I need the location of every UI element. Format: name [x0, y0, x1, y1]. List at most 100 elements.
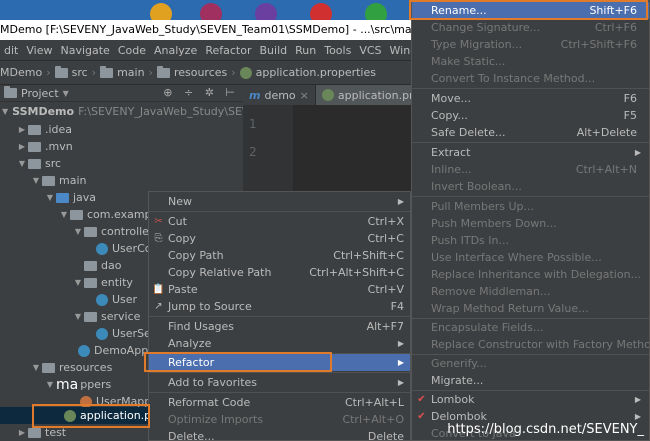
menu-item-delete[interactable]: Delete... Delete	[149, 428, 410, 440]
menu-item-new[interactable]: New ▶	[149, 193, 410, 210]
close-icon[interactable]: ×	[300, 89, 309, 102]
submenu-item-type-migration[interactable]: Type Migration... Ctrl+Shift+F6	[412, 36, 649, 53]
submenu-item-rename[interactable]: Rename... Shift+F6	[412, 2, 649, 19]
menu-item-copy-relative-path[interactable]: Copy Relative Path Ctrl+Alt+Shift+C	[149, 264, 410, 281]
tree-item-main[interactable]: ▼ main	[0, 172, 243, 189]
menu-run[interactable]: Run	[291, 44, 320, 57]
submenu-item-change-signature[interactable]: Change Signature... Ctrl+F6	[412, 19, 649, 36]
chevron-down-icon[interactable]: ▼	[72, 278, 84, 287]
menu-tools[interactable]: Tools	[320, 44, 355, 57]
spring-properties-icon	[321, 89, 334, 101]
menu-separator	[412, 88, 649, 89]
menu-item-find-usages[interactable]: Find Usages Alt+F7	[149, 318, 410, 335]
line-number: 2	[249, 145, 257, 159]
submenu-item-push-members-down[interactable]: Push Members Down...	[412, 215, 649, 232]
submenu-item-lombok[interactable]: ✔ Lombok ▶	[412, 391, 649, 408]
submenu-item-remove-middleman[interactable]: Remove Middleman...	[412, 283, 649, 300]
tab-demo[interactable]: m demo ×	[243, 85, 316, 105]
submenu-item-safe-delete[interactable]: Safe Delete... Alt+Delete	[412, 124, 649, 141]
app-icon	[150, 3, 172, 20]
chevron-down-icon[interactable]: ▼	[30, 363, 42, 372]
panel-toolbar-icons[interactable]: ⊕ ÷ ✲ ⊢	[163, 86, 239, 99]
tree-item-idea[interactable]: ▶ .idea	[0, 121, 243, 138]
app-icon	[200, 3, 222, 20]
menu-separator	[149, 211, 410, 212]
submenu-item-push-itds-in[interactable]: Push ITDs In...	[412, 232, 649, 249]
copy-icon: ⎘	[154, 233, 163, 244]
menu-item-reformat-code[interactable]: Reformat Code Ctrl+Alt+L	[149, 394, 410, 411]
submenu-item-replace-inheritance[interactable]: Replace Inheritance with Delegation...	[412, 266, 649, 283]
breadcrumb-separator: ›	[91, 66, 97, 79]
breadcrumb-main[interactable]: main	[100, 65, 145, 79]
chevron-down-icon[interactable]: ▼	[44, 193, 56, 202]
project-panel-header: Project ▼ ⊕ ÷ ✲ ⊢	[0, 85, 243, 102]
submenu-item-convert-to-instance-method[interactable]: Convert To Instance Method...	[412, 70, 649, 87]
submenu-item-encapsulate-fields[interactable]: Encapsulate Fields...	[412, 319, 649, 336]
submenu-item-move[interactable]: Move... F6	[412, 90, 649, 107]
submenu-item-generify[interactable]: Generify...	[412, 355, 649, 372]
menu-separator	[412, 142, 649, 143]
submenu-item-migrate[interactable]: Migrate...	[412, 372, 649, 389]
app-icon	[255, 3, 277, 20]
tab-application-properties[interactable]: application.prop	[315, 85, 413, 105]
menu-analyze[interactable]: Analyze	[150, 44, 201, 57]
source-folder-icon	[56, 192, 69, 203]
submenu-item-copy[interactable]: Copy... F5	[412, 107, 649, 124]
menu-item-refactor[interactable]: Refactor ▶	[149, 354, 410, 371]
chevron-down-icon[interactable]: ▼	[30, 176, 42, 185]
menu-edit[interactable]: dit	[0, 44, 22, 57]
menu-item-add-to-favorites[interactable]: Add to Favorites ▶	[149, 374, 410, 391]
resources-folder-icon	[42, 362, 55, 373]
menu-item-jump-to-source[interactable]: ↗ Jump to Source F4	[149, 298, 410, 315]
clipboard-icon: 📋	[152, 284, 165, 295]
tree-item-mvn[interactable]: ▶ .mvn	[0, 138, 243, 155]
menu-view[interactable]: View	[22, 44, 56, 57]
chevron-right-icon[interactable]: ▶	[16, 142, 28, 151]
menu-item-paste[interactable]: 📋 Paste Ctrl+V	[149, 281, 410, 298]
package-icon	[84, 311, 97, 322]
menu-item-optimize-imports[interactable]: Optimize Imports Ctrl+Alt+O	[149, 411, 410, 428]
chevron-right-icon[interactable]: ▶	[16, 428, 28, 437]
menu-item-copy-path[interactable]: Copy Path Ctrl+Shift+C	[149, 247, 410, 264]
chevron-down-icon[interactable]: ▼	[72, 312, 84, 321]
submenu-item-use-interface[interactable]: Use Interface Where Possible...	[412, 249, 649, 266]
chevron-right-icon: ▶	[397, 339, 404, 348]
class-icon	[78, 344, 90, 357]
breadcrumb-project[interactable]: MDemo	[0, 66, 42, 79]
submenu-item-inline[interactable]: Inline... Ctrl+Alt+N	[412, 161, 649, 178]
folder-icon	[28, 124, 41, 135]
class-icon	[96, 242, 108, 255]
chevron-down-icon[interactable]: ▼	[63, 89, 69, 98]
menu-code[interactable]: Code	[114, 44, 150, 57]
menu-build[interactable]: Build	[256, 44, 292, 57]
chevron-down-icon[interactable]: ▼	[72, 227, 84, 236]
submenu-item-replace-constructor[interactable]: Replace Constructor with Factory Method.…	[412, 336, 649, 353]
menu-item-cut[interactable]: ✂ Cut Ctrl+X	[149, 213, 410, 230]
submenu-item-extract[interactable]: Extract ▶	[412, 144, 649, 161]
editor-tabs: m demo × application.prop	[243, 85, 413, 105]
chevron-down-icon[interactable]: ▼	[2, 107, 8, 116]
menu-vcs[interactable]: VCS	[355, 44, 385, 57]
tree-item-project-root[interactable]: ▼ SSMDemo F:\SEVENY_JavaWeb_Study\SEVEN_…	[0, 103, 243, 120]
project-panel-title[interactable]: Project	[21, 87, 59, 100]
chevron-down-icon[interactable]: ▼	[44, 380, 56, 389]
submenu-item-wrap-method-return[interactable]: Wrap Method Return Value...	[412, 300, 649, 317]
breadcrumb-file[interactable]: application.properties	[239, 66, 376, 79]
menu-refactor[interactable]: Refactor	[201, 44, 255, 57]
breadcrumb-src[interactable]: src	[54, 65, 88, 79]
submenu-item-pull-members-up[interactable]: Pull Members Up...	[412, 198, 649, 215]
chevron-down-icon[interactable]: ▼	[16, 159, 28, 168]
chevron-down-icon[interactable]: ▼	[58, 210, 70, 219]
chevron-right-icon: ▶	[634, 412, 641, 421]
tree-item-src[interactable]: ▼ src	[0, 155, 243, 172]
chevron-right-icon[interactable]: ▶	[16, 125, 28, 134]
menu-separator	[149, 316, 410, 317]
menu-item-copy[interactable]: ⎘ Copy Ctrl+C	[149, 230, 410, 247]
submenu-item-make-static[interactable]: Make Static...	[412, 53, 649, 70]
code-editor[interactable]	[293, 105, 413, 200]
menu-item-analyze[interactable]: Analyze ▶	[149, 335, 410, 352]
breadcrumb-separator: ›	[148, 66, 153, 79]
breadcrumb-resources[interactable]: resources	[156, 65, 227, 79]
menu-navigate[interactable]: Navigate	[56, 44, 113, 57]
submenu-item-invert-boolean[interactable]: Invert Boolean...	[412, 178, 649, 195]
